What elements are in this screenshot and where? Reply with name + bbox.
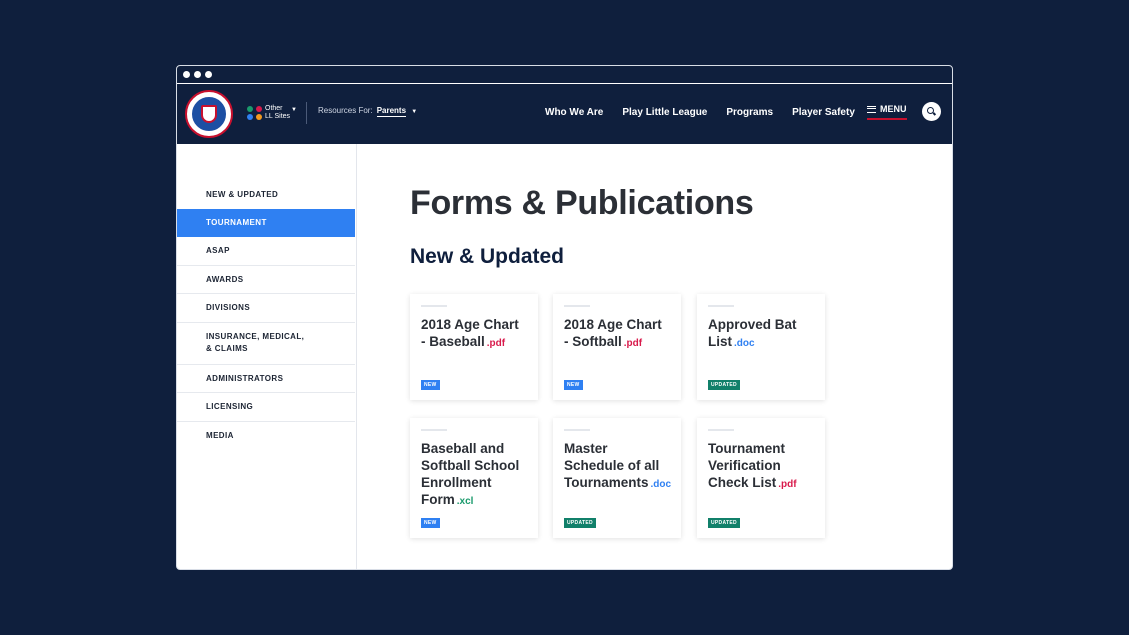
- sidebar-item-label: MEDIA: [206, 431, 234, 441]
- sidebar: NEW & UPDATED TOURNAMENT ASAP AWARDS DIV…: [177, 144, 357, 569]
- nav-play-little-league[interactable]: Play Little League: [622, 107, 707, 118]
- card-accent-bar: [564, 305, 590, 307]
- section-title: New & Updated: [410, 245, 565, 268]
- nav-programs[interactable]: Programs: [726, 107, 773, 118]
- sidebar-item-administrators[interactable]: ADMINISTRATORS: [177, 365, 355, 393]
- publication-card[interactable]: 2018 Age Chart - Softball .pdf NEW: [553, 294, 681, 400]
- little-league-logo[interactable]: [185, 90, 233, 138]
- window-dot-icon: [183, 71, 190, 78]
- sidebar-item-awards[interactable]: AWARDS: [177, 266, 355, 294]
- sidebar-item-label-line2: & CLAIMS: [206, 344, 248, 353]
- sidebar-item-label: LICENSING: [206, 402, 254, 412]
- other-sites-line1: Other: [265, 105, 283, 112]
- status-badge: UPDATED: [708, 380, 740, 390]
- other-sites-dots-icon[interactable]: [247, 106, 263, 122]
- publication-cards: 2018 Age Chart - Baseball .pdf NEW 2018 A…: [410, 294, 830, 544]
- status-badge: UPDATED: [708, 518, 740, 528]
- sidebar-item-new-updated[interactable]: NEW & UPDATED: [177, 180, 355, 209]
- publication-card[interactable]: Baseball and Softball School Enrollment …: [410, 418, 538, 538]
- resources-label: Resources For:: [318, 106, 373, 115]
- resources-value: Parents: [376, 106, 407, 117]
- window-dot-icon: [205, 71, 212, 78]
- page-title: Forms & Publications: [410, 184, 754, 222]
- nav-player-safety[interactable]: Player Safety: [792, 107, 855, 118]
- sidebar-item-label: AWARDS: [206, 274, 244, 284]
- card-file-extension: .pdf: [778, 479, 797, 490]
- card-file-extension: .pdf: [486, 338, 506, 349]
- main-menu: Who We Are Play Little League Programs P…: [545, 107, 855, 118]
- publication-card[interactable]: Tournament Verification Check List .pdf U…: [697, 418, 825, 538]
- chevron-down-icon: ▼: [411, 109, 418, 115]
- card-file-extension: .doc: [734, 338, 755, 349]
- card-accent-bar: [421, 429, 447, 431]
- publication-card[interactable]: 2018 Age Chart - Baseball .pdf NEW: [410, 294, 538, 400]
- publication-card[interactable]: Approved Bat List .doc UPDATED: [697, 294, 825, 400]
- status-badge: NEW: [421, 518, 440, 528]
- window-titlebar: [177, 66, 952, 84]
- card-title: Master Schedule of all Tournaments: [564, 441, 660, 490]
- sidebar-item-licensing[interactable]: LICENSING: [177, 393, 355, 422]
- top-navigation: Other LL Sites ▼ Resources For: Parents ▼…: [177, 84, 952, 144]
- other-sites-link[interactable]: Other LL Sites: [265, 105, 290, 121]
- status-badge: NEW: [564, 380, 583, 390]
- sidebar-item-asap[interactable]: ASAP: [177, 237, 355, 266]
- browser-window: Other LL Sites ▼ Resources For: Parents ▼…: [176, 65, 953, 570]
- logo-emblem: [190, 95, 228, 133]
- status-badge: UPDATED: [564, 518, 596, 528]
- card-accent-bar: [564, 429, 590, 431]
- publication-card[interactable]: Master Schedule of all Tournaments .doc U…: [553, 418, 681, 538]
- menu-button[interactable]: MENU: [867, 104, 907, 120]
- card-file-extension: .pdf: [623, 338, 643, 349]
- sidebar-item-tournament[interactable]: TOURNAMENT: [177, 208, 355, 237]
- nav-who-we-are[interactable]: Who We Are: [545, 107, 603, 118]
- sidebar-item-insurance[interactable]: INSURANCE, MEDICAL, & CLAIMS: [177, 323, 355, 365]
- sidebar-item-label: INSURANCE, MEDICAL, & CLAIMS: [206, 331, 304, 355]
- sidebar-item-label: DIVISIONS: [206, 303, 251, 313]
- card-file-extension: .doc: [650, 479, 672, 490]
- sidebar-item-media[interactable]: MEDIA: [177, 422, 355, 451]
- sidebar-item-label-line1: INSURANCE, MEDICAL,: [206, 332, 305, 341]
- hamburger-icon: [867, 105, 876, 113]
- window-dot-icon: [194, 71, 201, 78]
- card-title: Tournament Verification Check List: [708, 441, 785, 490]
- search-icon[interactable]: [922, 102, 941, 121]
- logo-shield-icon: [201, 105, 217, 123]
- sidebar-item-label: ASAP: [206, 246, 230, 256]
- sidebar-item-label: ADMINISTRATORS: [206, 373, 284, 383]
- resources-for-selector[interactable]: Resources For: Parents ▼: [318, 106, 418, 117]
- card-accent-bar: [708, 429, 734, 431]
- sidebar-item-label: NEW & UPDATED: [206, 189, 279, 199]
- status-badge: NEW: [421, 380, 440, 390]
- card-title: 2018 Age Chart - Softball: [564, 317, 662, 349]
- other-sites-line2: LL Sites: [265, 113, 291, 120]
- card-accent-bar: [421, 305, 447, 307]
- sidebar-item-divisions[interactable]: DIVISIONS: [177, 294, 355, 323]
- card-file-extension: .xcl: [456, 496, 474, 507]
- card-accent-bar: [708, 305, 734, 307]
- nav-divider: [306, 102, 307, 124]
- menu-button-label: MENU: [880, 104, 907, 114]
- chevron-down-icon[interactable]: ▼: [291, 107, 297, 113]
- main-content: Forms & Publications New & Updated: [410, 184, 754, 269]
- sidebar-item-label: TOURNAMENT: [206, 218, 267, 228]
